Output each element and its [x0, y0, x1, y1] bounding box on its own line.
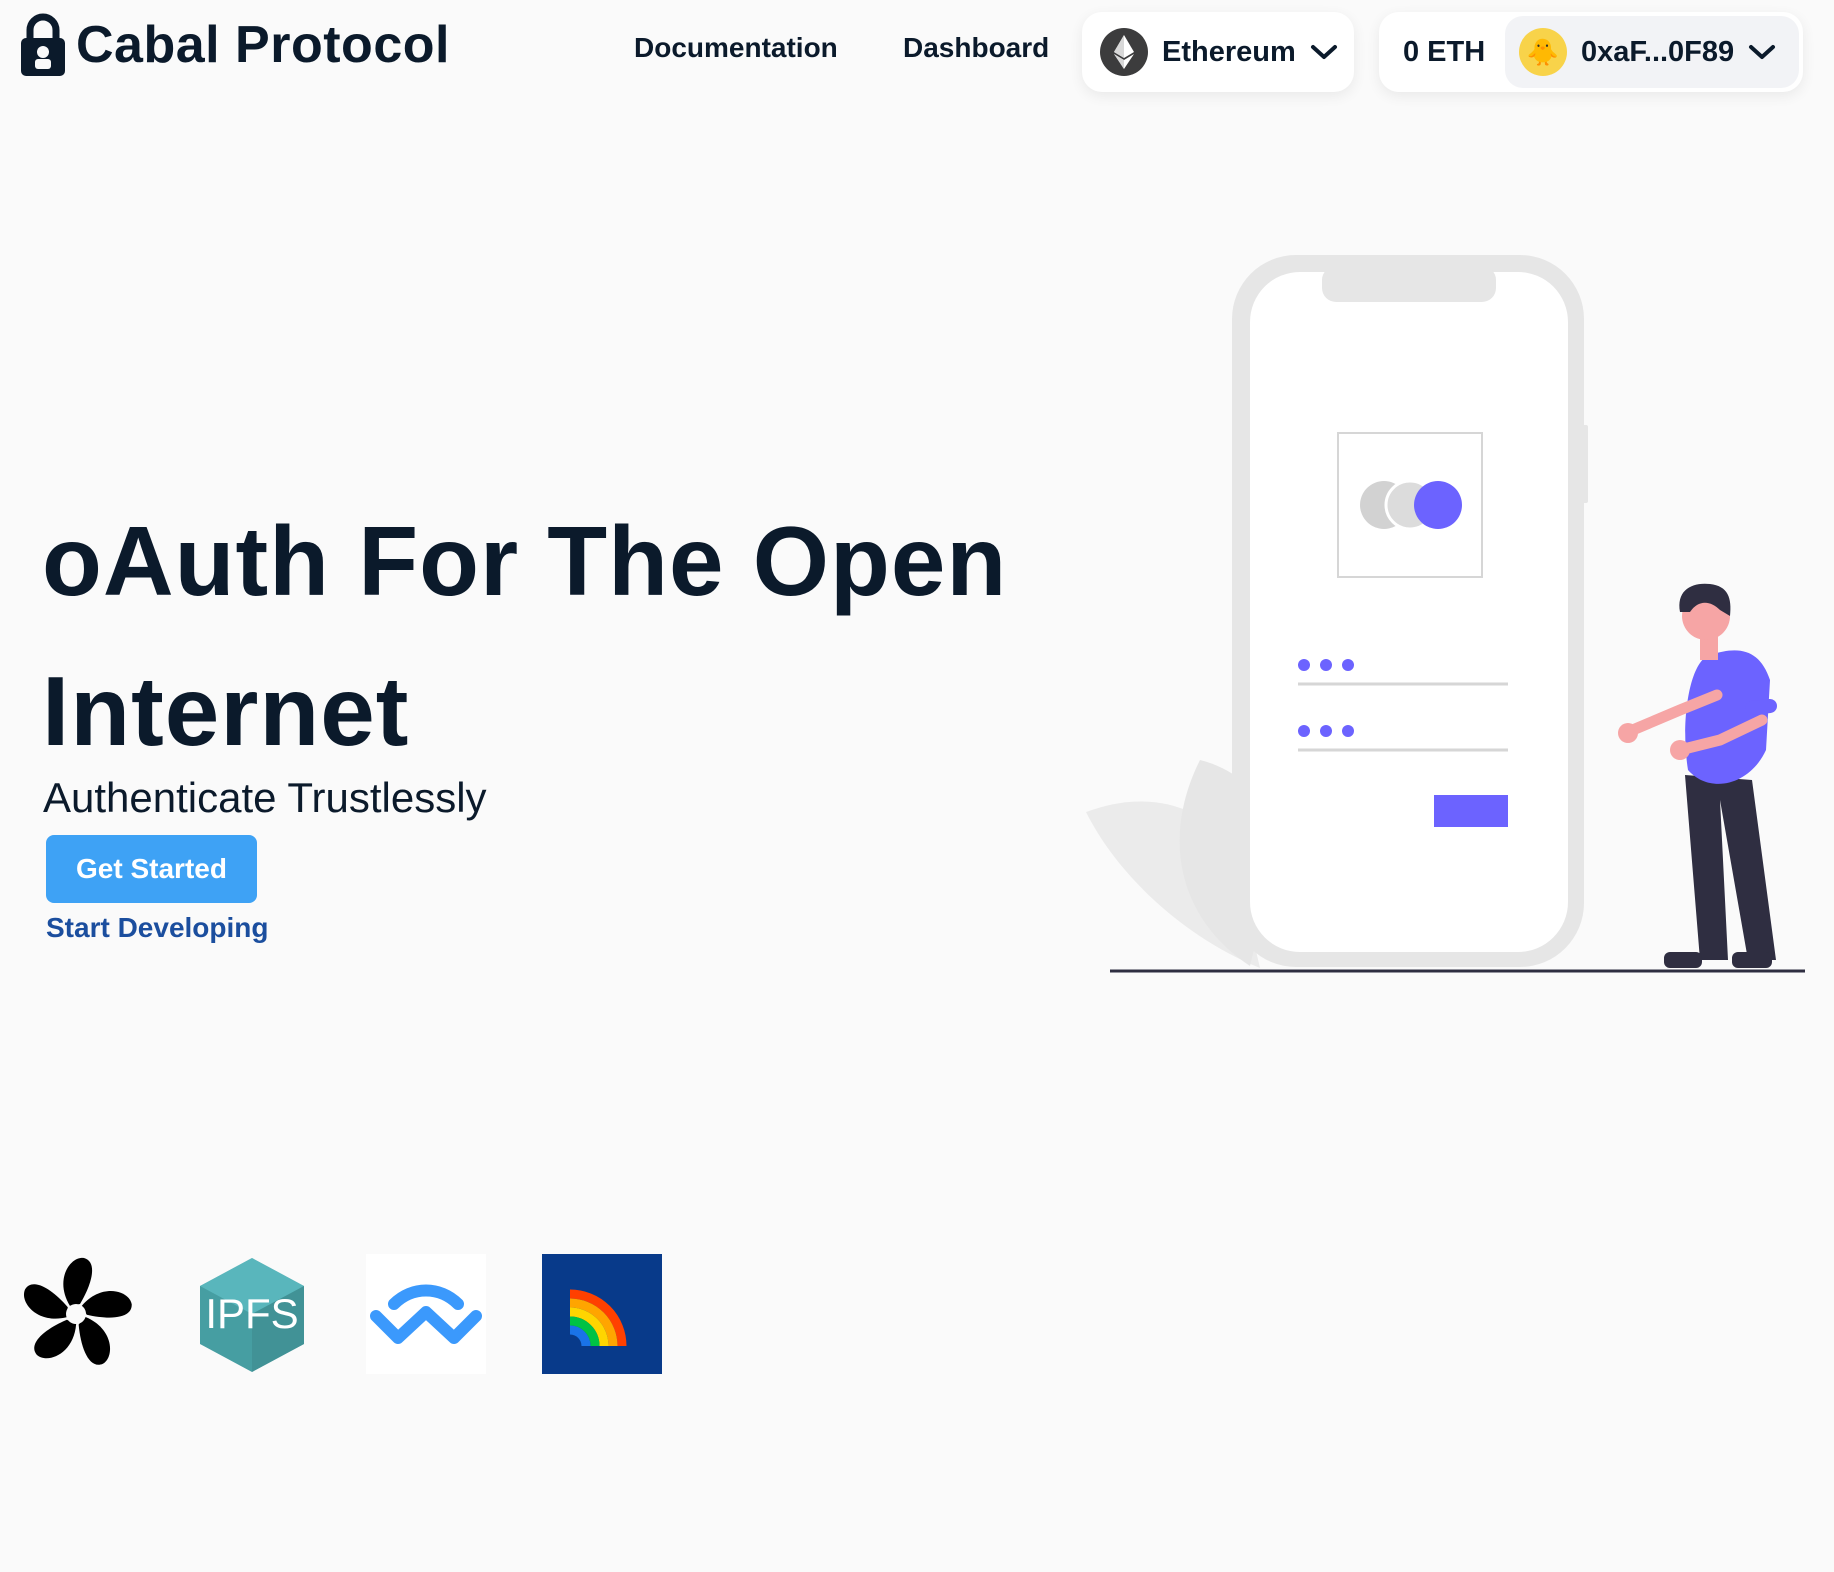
ipfs-logo: IPFS [192, 1254, 312, 1374]
hero-subtitle: Authenticate Trustlessly [43, 774, 487, 821]
svg-text:IPFS: IPFS [205, 1290, 298, 1337]
page: Cabal Protocol Documentation Dashboard E… [0, 0, 1834, 1572]
avatar: 🐥 [1519, 28, 1567, 76]
nav-documentation[interactable]: Documentation [634, 32, 838, 64]
phone-notch [1322, 266, 1496, 302]
phone-screen [1250, 272, 1568, 952]
chevron-down-icon [1310, 45, 1337, 59]
nav-dashboard[interactable]: Dashboard [903, 32, 1049, 64]
phone-side-button [1582, 425, 1588, 503]
login-illustration [1086, 255, 1805, 973]
submit-bar [1434, 795, 1508, 827]
network-label: Ethereum [1162, 35, 1296, 68]
account-button[interactable]: 🐥 0xaF...0F89 [1505, 16, 1799, 88]
eth-balance: 0 ETH [1403, 35, 1486, 68]
network-selector[interactable]: Ethereum [1082, 12, 1354, 92]
start-developing-link[interactable]: Start Developing [46, 912, 268, 944]
brand-logo[interactable]: Cabal Protocol [18, 12, 450, 78]
rainbow-logo [542, 1254, 662, 1374]
lock-icon [21, 13, 65, 76]
hero-title: oAuth For The Open Internet [42, 506, 1008, 766]
flower-logo [16, 1254, 136, 1374]
get-started-button[interactable]: Get Started [46, 835, 257, 903]
account-panel: 0 ETH 🐥 0xaF...0F89 [1379, 12, 1803, 92]
brand-name: Cabal Protocol [76, 16, 450, 74]
chevron-down-icon [1749, 45, 1776, 59]
ethereum-icon [1100, 28, 1148, 76]
walletconnect-logo [366, 1254, 486, 1374]
person-figure [1618, 583, 1777, 968]
wallet-address: 0xaF...0F89 [1581, 35, 1735, 68]
